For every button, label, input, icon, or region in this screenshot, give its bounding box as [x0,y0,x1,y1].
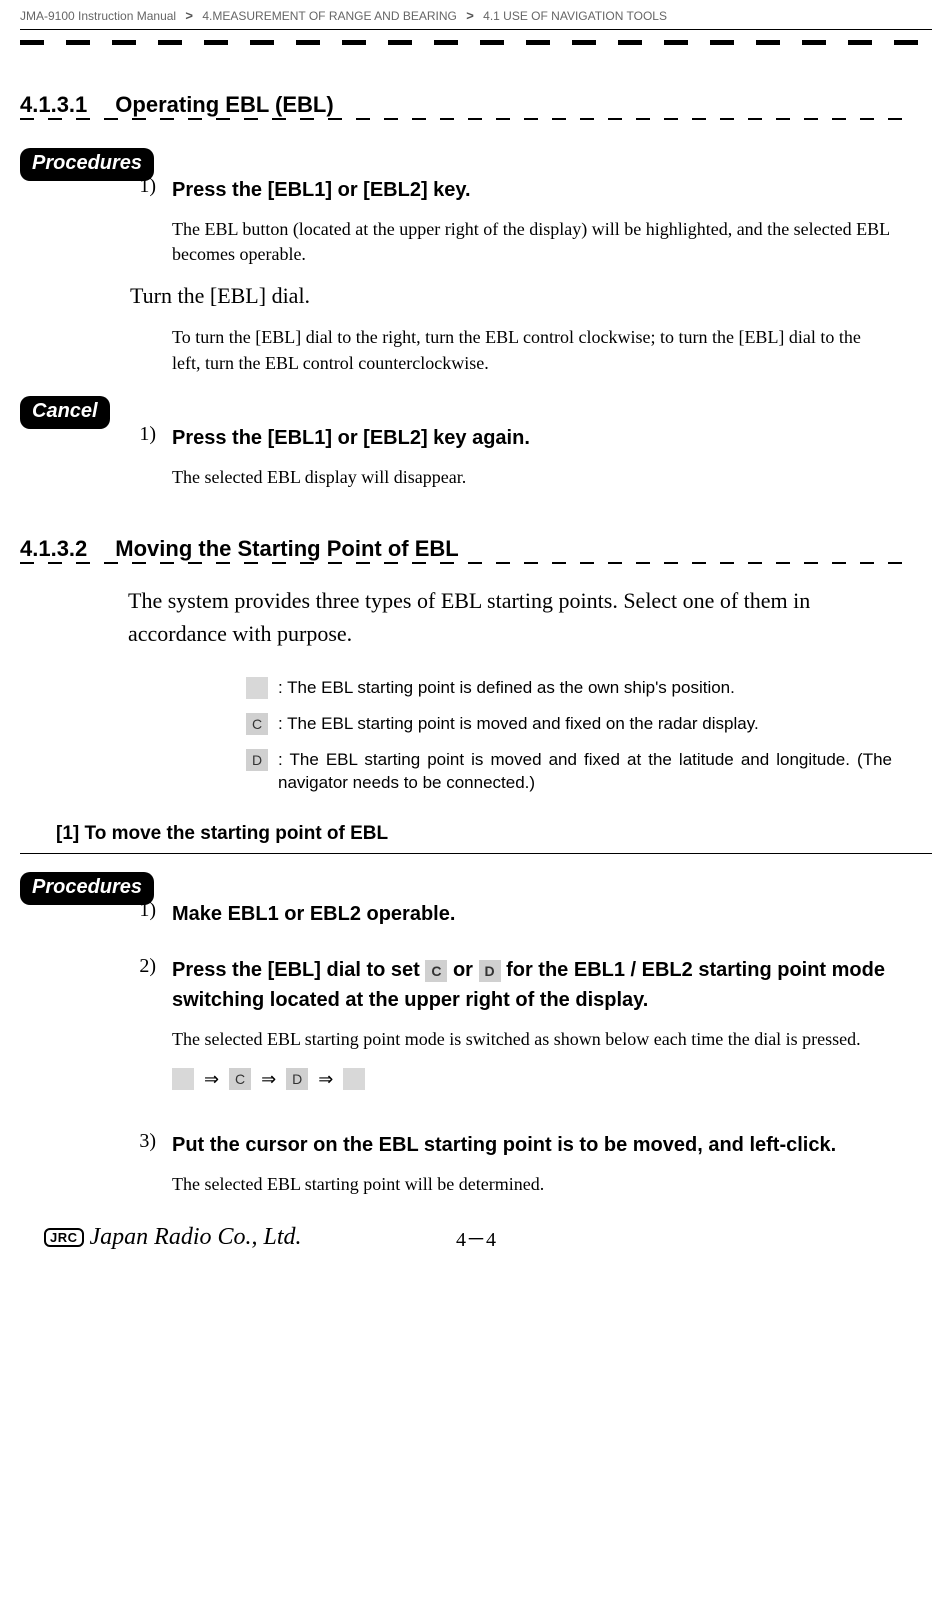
jrc-logo: JRC [44,1228,84,1247]
section-heading: 4.1.3.2 Moving the Starting Point of EBL [20,536,459,562]
arrow-icon: ⇒ [318,1069,333,1090]
company-name: Japan Radio Co., Ltd. [90,1224,302,1251]
step-number: 1) [130,175,156,205]
legend-row-blank: : The EBL starting point is defined as t… [246,676,892,700]
mode-tag-blank [246,677,268,699]
header-rule [20,29,932,30]
step-title-part: Press the [EBL] dial to set [172,959,425,981]
step-row: 1) Press the [EBL1] or [EBL2] key again. [130,423,912,453]
step-body: The selected EBL display will disappear. [172,465,892,490]
instruction-line: Turn the [EBL] dial. [130,283,912,309]
step-title: Press the [EBL1] or [EBL2] key again. [172,423,912,453]
section-intro: The system provides three types of EBL s… [128,584,892,650]
sub-heading: [1] To move the starting point of EBL [56,823,912,845]
mode-tag-c: C [246,713,268,735]
legend-desc: : The EBL starting point is moved and fi… [278,748,892,796]
mode-tag-c: C [425,960,447,982]
section-underline-dash [20,118,912,120]
step-number: 1) [130,423,156,453]
page-content-2: Procedures 1) Make EBL1 or EBL2 operable… [0,854,952,1197]
section-title: Moving the Starting Point of EBL [115,536,458,562]
section-heading: 4.1.3.1 Operating EBL (EBL) [20,92,334,118]
step-title: Press the [EBL1] or [EBL2] key. [172,175,912,205]
page-header: JMA-9100 Instruction Manual > 4.MEASUREM… [0,0,952,29]
mode-tag-d: D [246,749,268,771]
header-sep: > [466,8,474,23]
mode-tag-blank [172,1068,194,1090]
mode-tag-blank [343,1068,365,1090]
step-body: The selected EBL starting point will be … [172,1172,892,1197]
page-footer: JRC Japan Radio Co., Ltd. 4－4 [0,1238,952,1258]
step-title: Make EBL1 or EBL2 operable. [172,899,912,929]
step-row: 2) Press the [EBL] dial to set C or D fo… [130,955,912,1015]
header-chapter: 4.MEASUREMENT OF RANGE AND BEARING [202,9,457,23]
legend-desc: : The EBL starting point is defined as t… [278,676,892,700]
page-content: 4.1.3.1 Operating EBL (EBL) Procedures 1… [0,92,952,845]
step-number: 1) [130,899,156,929]
legend-row-d: D : The EBL starting point is moved and … [246,748,892,796]
step-title-part: or [453,959,479,981]
section-number: 4.1.3.2 [20,536,87,562]
arrow-icon: ⇒ [261,1069,276,1090]
header-sep: > [185,8,193,23]
step-number: 3) [130,1130,156,1160]
section-number: 4.1.3.1 [20,92,87,118]
footer-brand: JRC Japan Radio Co., Ltd. [44,1224,302,1251]
step-body: The EBL button (located at the upper rig… [172,217,892,267]
step-body: To turn the [EBL] dial to the right, tur… [172,325,892,375]
section-heading-row: 4.1.3.1 Operating EBL (EBL) [20,92,912,118]
step-title: Put the cursor on the EBL starting point… [172,1130,912,1160]
header-section: 4.1 USE OF NAVIGATION TOOLS [483,9,667,23]
step-row: 1) Press the [EBL1] or [EBL2] key. [130,175,912,205]
step-number: 2) [130,955,156,1015]
arrow-icon: ⇒ [204,1069,219,1090]
section-heading-row: 4.1.3.2 Moving the Starting Point of EBL [20,536,912,562]
cancel-label: Cancel [20,396,110,429]
step-row: 3) Put the cursor on the EBL starting po… [130,1130,912,1160]
legend-row-c: C : The EBL starting point is moved and … [246,712,892,736]
mode-tag-d: D [286,1068,308,1090]
step-title: Press the [EBL] dial to set C or D for t… [172,955,912,1015]
step-row: 1) Make EBL1 or EBL2 operable. [130,899,912,929]
page-number: 4－4 [456,1223,496,1252]
mode-tag-c: C [229,1068,251,1090]
mode-tag-d: D [479,960,501,982]
step-body: The selected EBL starting point mode is … [172,1027,892,1052]
mode-cycle: ⇒ C ⇒ D ⇒ [172,1068,912,1090]
section-underline-dash [20,562,912,564]
header-manual: JMA-9100 Instruction Manual [20,9,176,23]
legend-desc: : The EBL starting point is moved and fi… [278,712,892,736]
page-top-dash [20,34,932,52]
section-title: Operating EBL (EBL) [115,92,333,118]
